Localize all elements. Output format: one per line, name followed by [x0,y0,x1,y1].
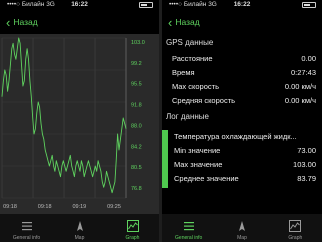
map-icon [76,221,83,231]
graph-icon [289,220,302,232]
info-content: GPS данные Расстояние 0.00 Время 0:27:43… [162,34,322,214]
row-label: Max скорость [172,82,219,91]
status-time: 16:22 [233,1,251,8]
y-tick-label: 91.8 [131,103,142,109]
row-label: Средняя скорость [172,96,236,105]
row-value: 73.00 [297,146,316,155]
status-bar: ••••○ Билайн 3G 16:22 [0,0,159,10]
tab-label: Graph [125,235,140,241]
tab-map[interactable]: Map [215,214,268,242]
chevron-left-icon: ‹ [6,14,11,30]
map-icon [238,221,245,231]
tab-label: General info [12,235,41,241]
general-info-screen: ••••○ Билайн 3G 16:22 ‹ Назад GPS данные… [162,0,322,242]
nav-bar: ‹ Назад [0,10,159,34]
row-value: 0.00 км/ч [284,82,316,91]
x-tick-label: 09:18 [3,204,17,210]
graph-icon [126,220,139,232]
tab-general-info[interactable]: General info [0,214,53,242]
back-button[interactable]: ‹ Назад [6,14,38,30]
status-bar: ••••○ Билайн 3G 16:22 [162,0,322,10]
battery-icon [139,2,153,8]
row-label: Среднее значение [174,174,239,183]
x-tick-label: 09:18 [38,204,52,210]
tab-map[interactable]: Map [53,214,106,242]
y-tick-label: 80.5 [131,165,142,171]
row-value: 0:27:43 [290,68,316,77]
list-icon [183,222,194,231]
tab-graph[interactable]: Graph [106,214,159,242]
gps-distance-row: Расстояние 0.00 [162,52,322,66]
tab-graph[interactable]: Graph [269,214,322,242]
graph-screen: ••••○ Билайн 3G 16:22 ‹ Назад 103.0 99.2 9… [0,0,159,242]
sensor-name-row: Температура охлаждающей жидк... [162,130,322,144]
y-tick-label: 95.5 [131,82,142,88]
back-label: Назад [13,17,38,27]
sensor-name: Температура охлаждающей жидк... [174,132,297,141]
tab-label: General info [175,235,203,241]
row-value: 83.79 [297,174,316,183]
tab-label: Graph [288,235,303,241]
list-icon [21,222,32,231]
tab-label: Map [237,235,247,241]
status-time: 16:22 [71,1,88,8]
back-label: Назад [175,17,200,27]
battery-icon [302,2,316,8]
row-value: 103.00 [293,160,316,169]
row-label: Время [172,68,195,77]
log-section-title: Лог данные [166,112,209,121]
x-tick-label: 09:19 [72,204,86,210]
tab-bar: General info Map Graph [0,214,159,242]
chevron-left-icon: ‹ [168,14,173,30]
gps-section-title: GPS данные [166,38,214,47]
y-tick-label: 99.2 [131,61,142,67]
row-label: Max значение [174,160,223,169]
row-label: Расстояние [172,54,213,63]
y-tick-label: 76.8 [131,186,142,192]
y-tick-label: 103.0 [131,40,145,46]
log-max-row: Max значение 103.00 [162,158,322,172]
row-value: 0.00 [301,54,316,63]
log-min-row: Min значение 73.00 [162,144,322,158]
y-tick-label: 84.2 [131,144,142,150]
log-sensor-block[interactable]: Температура охлаждающей жидк... Min знач… [162,130,322,188]
graph-chart[interactable]: 103.0 99.2 95.5 91.8 88.0 84.2 80.5 76.8 09:18 09… [0,34,159,214]
log-avg-row: Среднее значение 83.79 [162,172,322,186]
y-tick-label: 88.0 [131,123,142,129]
nav-bar: ‹ Назад [162,10,322,34]
gps-avg-speed-row: Средняя скорость 0.00 км/ч [162,94,322,108]
tab-label: Map [74,235,85,241]
gps-max-speed-row: Max скорость 0.00 км/ч [162,80,322,94]
line-chart: 103.0 99.2 95.5 91.8 88.0 84.2 80.5 76.8 09:18 09… [1,37,145,210]
tab-bar: General info Map Graph [162,214,322,242]
row-value: 0.00 км/ч [284,96,316,105]
gps-time-row: Время 0:27:43 [162,66,322,80]
x-tick-label: 09:25 [107,204,121,210]
back-button[interactable]: ‹ Назад [168,14,200,30]
row-label: Min значение [174,146,221,155]
tab-general-info[interactable]: General info [162,214,215,242]
